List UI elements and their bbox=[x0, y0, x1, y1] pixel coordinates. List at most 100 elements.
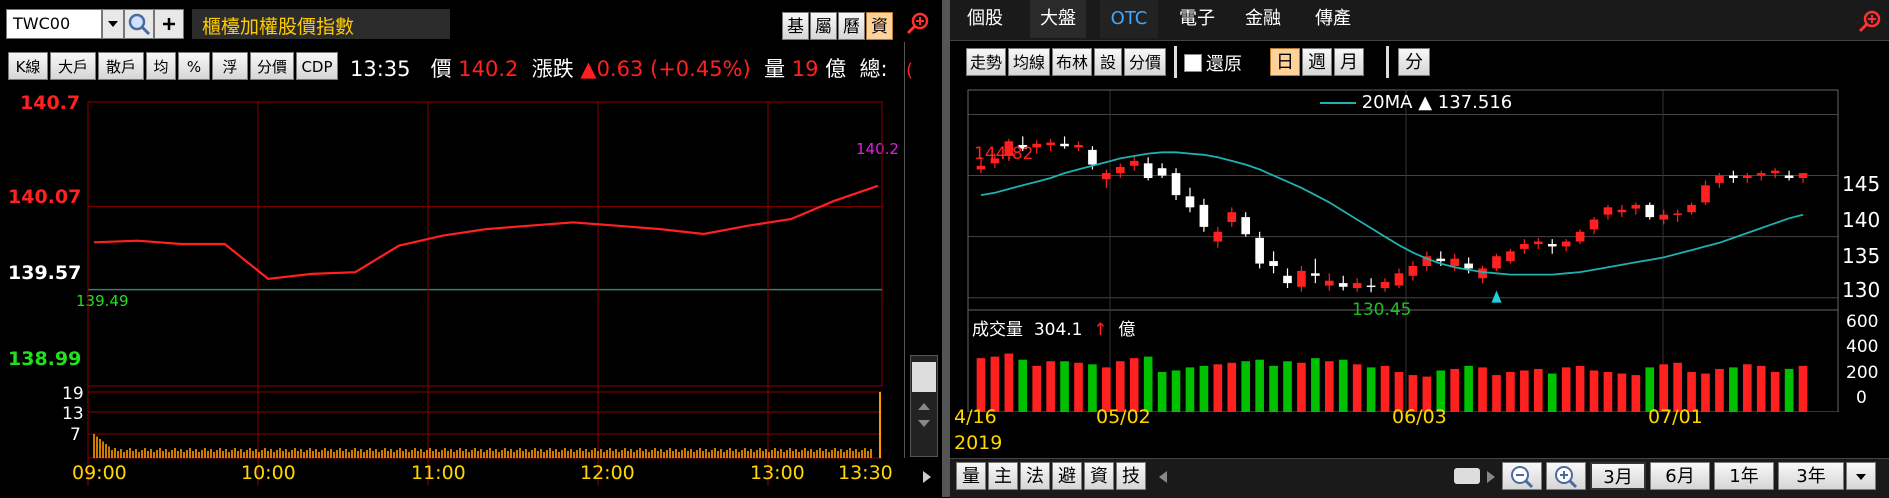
right-panel: 個股 大盤 OTC 電子 金融 傳產 走勢 均線 布林 設 分價 還原 日 週 … bbox=[950, 0, 1889, 498]
fundamental-button[interactable]: 基 bbox=[782, 12, 809, 40]
period-day-button[interactable]: 日 bbox=[1270, 48, 1300, 76]
candle-body bbox=[1575, 231, 1585, 242]
ma-legend-value: 137.516 bbox=[1437, 92, 1513, 113]
scroll-left-icon[interactable] bbox=[1156, 468, 1170, 486]
scroll-right-icon[interactable] bbox=[1484, 468, 1498, 486]
candle-body bbox=[976, 165, 986, 170]
settings-button[interactable]: 設 bbox=[1094, 48, 1122, 76]
hedge-button[interactable]: 避 bbox=[1052, 462, 1082, 490]
zoom-tool-icon[interactable] bbox=[904, 10, 932, 38]
attribute-button[interactable]: 屬 bbox=[810, 12, 837, 40]
quote-total-label: 總: bbox=[859, 57, 888, 81]
zoom-in-icon bbox=[1555, 466, 1578, 489]
volume-bar bbox=[1213, 364, 1223, 412]
price-axis-130: 130 bbox=[1842, 278, 1881, 302]
volume-bar bbox=[1492, 375, 1501, 412]
symbol-input[interactable]: TWC00 bbox=[6, 9, 102, 39]
moving-average-button[interactable]: 均線 bbox=[1008, 48, 1050, 76]
scroll-down-icon[interactable] bbox=[912, 416, 936, 432]
tab-otc[interactable]: OTC bbox=[1100, 0, 1158, 38]
quote-price: 140.2 bbox=[458, 57, 519, 81]
price-distribution-button[interactable]: 分價 bbox=[250, 52, 294, 80]
chevron-down-icon bbox=[108, 21, 118, 27]
volume-bar bbox=[1547, 373, 1557, 412]
volume-indicator-button[interactable]: 量 bbox=[956, 462, 986, 490]
candle-body bbox=[1269, 261, 1278, 266]
volume-bar bbox=[1715, 368, 1724, 412]
period-month-button[interactable]: 月 bbox=[1334, 48, 1364, 76]
price-volume-button[interactable]: 分價 bbox=[1124, 48, 1166, 76]
candle-body bbox=[1533, 241, 1543, 244]
volume-header: 成交量 304.1 ↑ 億 bbox=[972, 315, 1135, 340]
margin-button[interactable]: 資 bbox=[1084, 462, 1114, 490]
scroll-thumb[interactable] bbox=[912, 362, 936, 392]
candle-body bbox=[1631, 204, 1641, 209]
minute-button[interactable]: 分 bbox=[1398, 48, 1430, 76]
main-force-button[interactable]: 主 bbox=[988, 462, 1018, 490]
volume-label-low: 7 bbox=[70, 425, 81, 445]
volume-bar bbox=[1533, 368, 1543, 412]
zoom-tool-icon-right[interactable] bbox=[1856, 8, 1884, 36]
expand-right-icon[interactable] bbox=[920, 468, 934, 486]
float-button[interactable]: 浮 bbox=[212, 52, 248, 80]
volume-bar bbox=[1659, 364, 1669, 412]
candle-body bbox=[1784, 175, 1794, 178]
restore-checkbox[interactable] bbox=[1184, 54, 1202, 72]
range-3y-button[interactable]: 3年 bbox=[1778, 462, 1844, 490]
symbol-dropdown-button[interactable] bbox=[102, 9, 124, 39]
average-button[interactable]: 均 bbox=[146, 52, 176, 80]
zoom-out-icon bbox=[1511, 466, 1534, 489]
tab-finance[interactable]: 金融 bbox=[1238, 0, 1288, 38]
search-button[interactable] bbox=[124, 9, 154, 39]
volume-bar bbox=[1478, 367, 1487, 412]
zoom-in-button[interactable] bbox=[1546, 462, 1586, 490]
candle-body bbox=[1561, 241, 1571, 247]
candle-body bbox=[1297, 270, 1306, 287]
range-1y-button[interactable]: 1年 bbox=[1714, 462, 1774, 490]
quote-change-label: 漲跌 bbox=[531, 57, 574, 81]
tab-bar bbox=[950, 0, 1889, 41]
calendar-button[interactable]: 曆 bbox=[838, 12, 865, 40]
year-label: 2019 bbox=[954, 432, 1003, 454]
percent-button[interactable]: % bbox=[178, 52, 210, 80]
trend-button[interactable]: 走勢 bbox=[966, 48, 1006, 76]
bollinger-button[interactable]: 布林 bbox=[1052, 48, 1092, 76]
volume-bar bbox=[1324, 361, 1334, 412]
range-6m-button[interactable]: 6月 bbox=[1650, 462, 1710, 490]
volume-bar bbox=[1255, 359, 1264, 412]
major-holders-button[interactable]: 大戶 bbox=[50, 52, 96, 80]
period-high-tag: 144.82 bbox=[974, 144, 1034, 164]
range-3m-button[interactable]: 3月 bbox=[1590, 462, 1646, 490]
horizontal-scroll-thumb[interactable] bbox=[1454, 468, 1480, 484]
candle-body bbox=[1115, 167, 1125, 174]
info-button[interactable]: 資 bbox=[866, 12, 893, 40]
candle-body bbox=[1478, 268, 1487, 279]
candle-body bbox=[1506, 251, 1515, 262]
y-label-low: 138.99 bbox=[8, 348, 82, 370]
volume-bar bbox=[1297, 362, 1306, 412]
range-dropdown-button[interactable] bbox=[1846, 462, 1876, 490]
tab-traditional[interactable]: 傳產 bbox=[1308, 0, 1358, 38]
vertical-scrollbar[interactable] bbox=[910, 355, 938, 457]
ma-legend-line bbox=[1320, 102, 1356, 104]
tab-market[interactable]: 大盤 bbox=[1030, 0, 1086, 38]
tab-individual-stock[interactable]: 個股 bbox=[960, 0, 1010, 38]
kline-button[interactable]: K線 bbox=[8, 52, 48, 80]
y-label-reference: 139.57 bbox=[8, 262, 82, 284]
candle-body bbox=[1798, 173, 1808, 178]
retail-holders-button[interactable]: 散戶 bbox=[98, 52, 144, 80]
zoom-out-button[interactable] bbox=[1502, 462, 1542, 490]
institutional-button[interactable]: 法 bbox=[1020, 462, 1050, 490]
tab-electronics[interactable]: 電子 bbox=[1172, 0, 1222, 38]
period-week-button[interactable]: 週 bbox=[1302, 48, 1332, 76]
cdp-button[interactable]: CDP bbox=[296, 52, 338, 80]
candle-body bbox=[1129, 160, 1139, 166]
side-panel-red-marker: ( bbox=[906, 60, 914, 81]
candle-body bbox=[1659, 214, 1669, 220]
technical-button[interactable]: 技 bbox=[1116, 462, 1146, 490]
candle-body bbox=[1060, 143, 1069, 147]
left-panel: TWC00 櫃檯加權股價指數 基 屬 曆 資 K線 大戶 散戶 均 % 浮 分價… bbox=[0, 0, 940, 497]
add-button[interactable] bbox=[154, 9, 184, 39]
scroll-up-icon[interactable] bbox=[912, 398, 936, 414]
volume-bar bbox=[1227, 362, 1237, 412]
